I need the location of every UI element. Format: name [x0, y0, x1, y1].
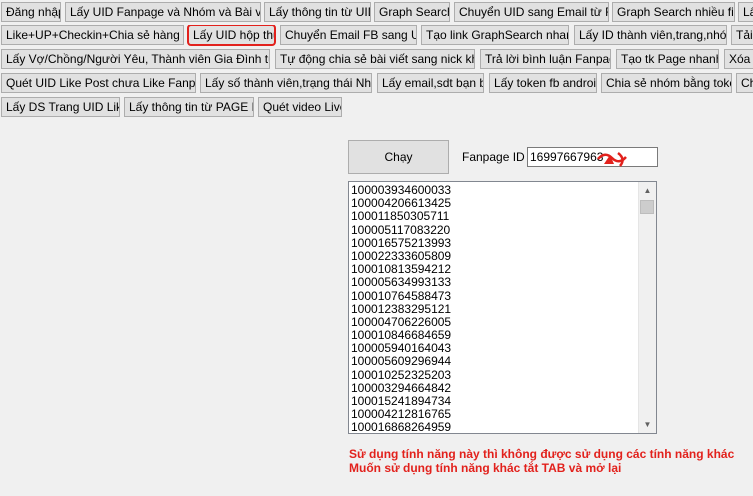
- tab-lay-uid-fanpage-nhom-bai-viet[interactable]: Lấy UID Fanpage và Nhóm và Bài viết: [65, 2, 261, 22]
- uid-rows: 100003934600033 100004206613425 1000118503…: [351, 183, 637, 433]
- vertical-scrollbar[interactable]: ▲ ▼: [638, 182, 656, 433]
- tab-lay-vo-chong-nguoi-yeu[interactable]: Lấy Vợ/Chồng/Người Yêu, Thành viên Gia Đ…: [1, 49, 270, 69]
- uid-result-list[interactable]: 100003934600033 100004206613425 1000118503…: [348, 181, 657, 434]
- tab-row1-overflow[interactable]: Lấ: [738, 2, 753, 22]
- tab-lay-ds-trang-uid-like[interactable]: Lấy DS Trang UID Like: [1, 97, 120, 117]
- tab-tao-link-graphsearch[interactable]: Tạo link GraphSearch nhanh: [421, 25, 569, 45]
- red-scribble-annotation-icon: [597, 152, 627, 167]
- list-item[interactable]: 100005117083220: [351, 223, 637, 237]
- tab-lay-id-thanh-vien[interactable]: Lấy ID thành viên,trang,nhóm: [574, 25, 727, 45]
- tab-tu-dong-chia-se[interactable]: Tự động chia sẻ bài viết sang nick khác: [275, 49, 475, 69]
- tab-chia-se-nhom-bang-token[interactable]: Chia sẻ nhóm bằng token: [601, 73, 732, 93]
- scroll-down-icon[interactable]: ▼: [639, 416, 656, 433]
- fanpage-id-input[interactable]: 16997667963: [527, 147, 658, 167]
- list-item[interactable]: 100016868264959: [351, 421, 637, 433]
- list-item[interactable]: 100005609296944: [351, 355, 637, 368]
- list-item[interactable]: 100005634993133: [351, 276, 637, 289]
- list-item[interactable]: 100010252325203: [351, 368, 637, 382]
- tab-row-5: Lấy DS Trang UID Like Lấy thông tin từ P…: [0, 97, 753, 119]
- list-item[interactable]: 100010764588473: [351, 289, 637, 303]
- tab-lay-thong-tin-tu-uid[interactable]: Lấy thông tin từ UID: [264, 2, 371, 22]
- warning-line-1: Sử dụng tính năng này thì không được sử …: [349, 447, 735, 461]
- scroll-up-icon[interactable]: ▲: [639, 182, 656, 199]
- list-item[interactable]: 100016575213993: [351, 236, 637, 250]
- tab-row-2: Like+UP+Checkin+Chia sẻ hàng loạt Lấy UI…: [0, 25, 753, 47]
- scroll-thumb[interactable]: [640, 200, 654, 214]
- tab-chuyen-email-fb-sang-uid[interactable]: Chuyển Email FB sang UID: [280, 25, 417, 45]
- tab-lay-email-sdt-ban-be[interactable]: Lấy email,sdt bạn bè: [377, 73, 484, 93]
- tab-tra-loi-binh-luan[interactable]: Trả lời bình luận Fanpage: [480, 49, 611, 69]
- tab-dang-nhap[interactable]: Đăng nhập: [1, 2, 61, 22]
- tab-graph-search-nhieu-file[interactable]: Graph Search nhiều file: [612, 2, 735, 22]
- tab-row2-overflow[interactable]: Tải: [731, 25, 753, 45]
- tab-like-up-checkin[interactable]: Like+UP+Checkin+Chia sẻ hàng loạt: [1, 25, 184, 45]
- tab-chuyen-uid-sang-email[interactable]: Chuyển UID sang Email từ File: [454, 2, 609, 22]
- run-button[interactable]: Chạy: [348, 140, 449, 174]
- tab-row3-overflow[interactable]: Xóa c: [724, 49, 753, 69]
- tab-row-3: Lấy Vợ/Chồng/Người Yêu, Thành viên Gia Đ…: [0, 49, 753, 71]
- tab-graph-search[interactable]: Graph Search: [374, 2, 450, 22]
- tab-lay-thong-tin-page-id[interactable]: Lấy thông tin từ PAGE ID: [124, 97, 254, 117]
- list-item[interactable]: 100011850305711: [351, 210, 637, 223]
- tab-lay-uid-hop-thu[interactable]: Lấy UID hộp thư: [187, 25, 276, 46]
- tab-tao-tk-page-nhanh[interactable]: Tạo tk Page nhanh: [616, 49, 719, 69]
- fanpage-id-label: Fanpage ID: [462, 150, 525, 164]
- tab-row-4: Quét UID Like Post chưa Like Fanpage Lấy…: [0, 73, 753, 95]
- tab-quet-uid-like-post[interactable]: Quét UID Like Post chưa Like Fanpage: [1, 73, 196, 93]
- warning-line-2: Muốn sử dụng tính năng khác tắt TAB và m…: [349, 461, 622, 475]
- tab-row4-overflow[interactable]: Ch: [736, 73, 753, 93]
- tab-lay-token-fb-android[interactable]: Lấy token fb android: [489, 73, 597, 93]
- list-item[interactable]: 100012383295121: [351, 302, 637, 316]
- tab-row-1: Đăng nhập Lấy UID Fanpage và Nhóm và Bài…: [0, 2, 753, 24]
- tab-quet-video-live[interactable]: Quét video Live: [258, 97, 342, 117]
- tab-lay-so-thanh-vien-nhom[interactable]: Lấy số thành viên,trạng thái Nhóm: [200, 73, 372, 93]
